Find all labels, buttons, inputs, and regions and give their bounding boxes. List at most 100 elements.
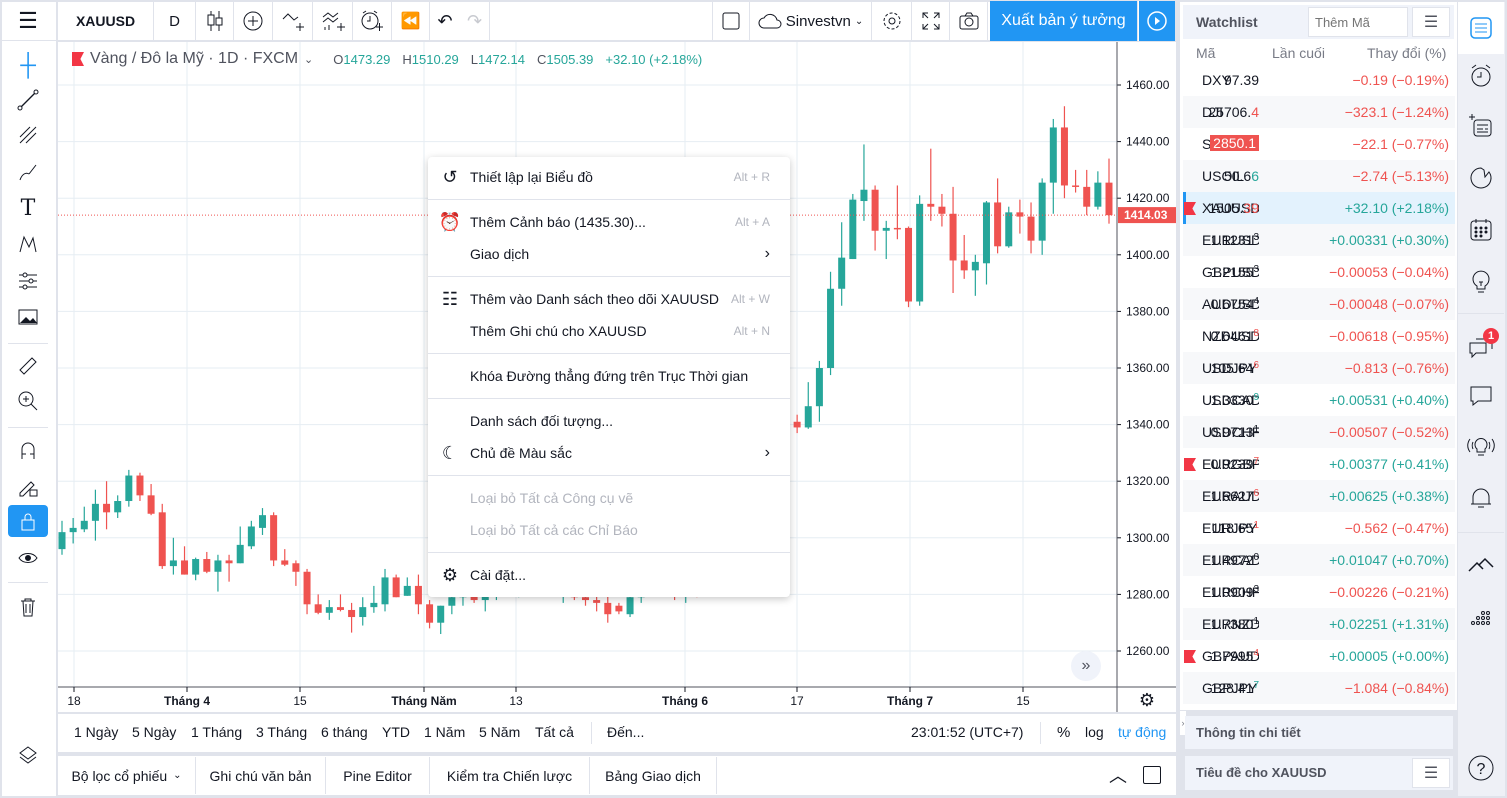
- interval-button[interactable]: D: [154, 2, 196, 40]
- menu-item[interactable]: Khóa Đường thẳng đứng trên Trục Thời gia…: [428, 360, 790, 392]
- dom-icon[interactable]: [1463, 598, 1499, 634]
- watchlist-row[interactable]: USOIL 50.66 −2.74 (−5.13%): [1183, 160, 1455, 192]
- magnet-icon[interactable]: [8, 435, 48, 467]
- menu-item[interactable]: ☷ Thêm vào Danh sách theo dõi XAUUSD Alt +…: [428, 283, 790, 315]
- tab-pine-editor[interactable]: Pine Editor: [326, 757, 430, 794]
- goto-date-button[interactable]: Đến...: [607, 724, 644, 740]
- watchlist-row[interactable]: XAUUSD 1505.39 +32.10 (+2.18%): [1183, 192, 1455, 224]
- zoom-in-icon[interactable]: [8, 385, 48, 417]
- range-button[interactable]: 6 tháng: [321, 724, 368, 740]
- watchlist-row[interactable]: EURJPY 118.651 −0.562 (−0.47%): [1183, 512, 1455, 544]
- watchlist-row[interactable]: GBPAUD 1.79954 +0.00005 (+0.00%): [1183, 640, 1455, 672]
- watchlist-row[interactable]: USDJPY 105.646 −0.813 (−0.76%): [1183, 352, 1455, 384]
- alert-icon[interactable]: [353, 2, 392, 40]
- menu-item[interactable]: ↺ Thiết lập lại Biểu đồ Alt + R: [428, 161, 790, 193]
- menu-item[interactable]: Danh sách đối tượng...: [428, 405, 790, 437]
- flag-icon[interactable]: [1184, 650, 1196, 663]
- candles-icon[interactable]: [196, 2, 234, 40]
- watchlist-row[interactable]: SPX500USD2850.1−22.1 (−0.77%): [1183, 128, 1455, 160]
- range-button[interactable]: YTD: [382, 724, 410, 740]
- percent-scale-toggle[interactable]: %: [1057, 724, 1070, 741]
- crosshair-icon[interactable]: ┼: [8, 49, 48, 81]
- text-tool-icon[interactable]: T: [8, 192, 48, 224]
- headlines-menu-icon[interactable]: ☰: [1412, 758, 1450, 788]
- data-window-icon[interactable]: [1463, 108, 1499, 144]
- watchlist-row[interactable]: DXY 97.39 −0.19 (−0.19%): [1183, 64, 1455, 96]
- tab-stock-screener[interactable]: Bộ lọc cổ phiếu ⌄: [58, 757, 196, 794]
- fullscreen-icon[interactable]: [912, 2, 950, 40]
- tab-text-notes[interactable]: Ghi chú văn bản: [196, 757, 326, 794]
- ideas-lightbulb-icon[interactable]: [1463, 264, 1499, 300]
- lock-icon[interactable]: [8, 505, 48, 537]
- camera-icon[interactable]: [950, 2, 988, 40]
- settings-gear-icon[interactable]: [872, 2, 912, 40]
- col-symbol[interactable]: Mã: [1196, 45, 1215, 61]
- watchlist-row[interactable]: EURCAD 1.49720 +0.01047 (+0.70%): [1183, 544, 1455, 576]
- symbol-search[interactable]: XAUUSD: [58, 2, 154, 40]
- scroll-to-realtime-icon[interactable]: »: [1071, 651, 1101, 681]
- publish-idea-button[interactable]: Xuất bản ý tưởng: [990, 1, 1138, 41]
- flag-icon[interactable]: [1184, 202, 1196, 215]
- range-button[interactable]: 5 Năm: [479, 724, 520, 740]
- col-change[interactable]: Thay đổi (%): [1367, 45, 1446, 61]
- axis-settings-gear-icon[interactable]: ⚙: [1132, 689, 1162, 711]
- templates-icon[interactable]: [313, 2, 353, 40]
- watchlist-row[interactable]: USDCAD 1.33309 +0.00531 (+0.40%): [1183, 384, 1455, 416]
- watchlist-row[interactable]: GBPUSD 1.21553 −0.00053 (−0.04%): [1183, 256, 1455, 288]
- symbol-title[interactable]: Vàng / Đô la Mỹ · 1D · FXCM: [90, 50, 298, 68]
- pitchfork-icon[interactable]: [8, 119, 48, 151]
- tab-strategy-tester[interactable]: Kiểm tra Chiến lược: [430, 757, 590, 794]
- watchlist-row[interactable]: EURNZD 1.73801 +0.02251 (+1.31%): [1183, 608, 1455, 640]
- range-button[interactable]: 1 Tháng: [191, 724, 242, 740]
- watchlist-menu-icon[interactable]: ☰: [1412, 7, 1450, 37]
- watchlist-row[interactable]: AUDUSD 0.67544 −0.00048 (−0.07%): [1183, 288, 1455, 320]
- pattern-icon[interactable]: [8, 228, 48, 260]
- calendar-icon[interactable]: [1463, 212, 1499, 248]
- chevron-up-icon[interactable]: ︿: [1104, 762, 1132, 788]
- indicators-icon[interactable]: [273, 2, 313, 40]
- menu-item[interactable]: ☾ Chủ đề Màu sắc ›: [428, 437, 790, 469]
- watchlist-row[interactable]: USDCHF 0.97131 −0.00507 (−0.52%): [1183, 416, 1455, 448]
- watchlist-row[interactable]: EURAUD 1.66276 +0.00625 (+0.38%): [1183, 480, 1455, 512]
- headlines-title[interactable]: Tiêu đề cho XAUUSD: [1196, 765, 1327, 780]
- replay-icon[interactable]: ⏪: [392, 2, 430, 40]
- range-button[interactable]: 5 Ngày: [132, 724, 176, 740]
- menu-item[interactable]: Thêm Ghi chú cho XAUUSD Alt + N: [428, 315, 790, 347]
- maximize-panel-icon[interactable]: [1143, 766, 1161, 784]
- watchlist-row[interactable]: EURUSD 1.12313 +0.00331 (+0.30%): [1183, 224, 1455, 256]
- watchlist-row[interactable]: GBPJPY 128.417 −1.084 (−0.84%): [1183, 672, 1455, 704]
- help-icon[interactable]: ?: [1463, 750, 1499, 786]
- lock-drawing-icon[interactable]: [8, 471, 48, 503]
- range-button[interactable]: 1 Ngày: [74, 724, 118, 740]
- menu-item[interactable]: Giao dịch ›: [428, 238, 790, 270]
- watchlist-icon[interactable]: [1463, 10, 1499, 46]
- range-button[interactable]: 3 Tháng: [256, 724, 307, 740]
- order-panel-icon[interactable]: [1463, 546, 1499, 582]
- image-icon[interactable]: [8, 301, 48, 333]
- save-cloud-button[interactable]: Sinvestvn ⌄: [750, 2, 872, 40]
- menu-item[interactable]: ⚙ Cài đặt...: [428, 559, 790, 591]
- menu-item[interactable]: ⏰ Thêm Cảnh báo (1435.30)... Alt + A: [428, 206, 790, 238]
- layout-icon[interactable]: [712, 2, 750, 40]
- range-button[interactable]: Tất cả: [535, 724, 574, 740]
- brush-icon[interactable]: [8, 156, 48, 188]
- col-last[interactable]: Lần cuối: [1272, 45, 1325, 61]
- watchlist-row[interactable]: EURGBP 0.92397 +0.00377 (+0.41%): [1183, 448, 1455, 480]
- notifications-bell-icon[interactable]: [1463, 480, 1499, 516]
- compare-icon[interactable]: [234, 2, 273, 40]
- trash-icon[interactable]: [8, 591, 48, 623]
- watchlist-row[interactable]: DJI 25706.4 −323.1 (−1.24%): [1183, 96, 1455, 128]
- clock-timezone[interactable]: 23:01:52 (UTC+7): [911, 724, 1023, 740]
- watchlist-row[interactable]: NZDUSD 0.64618 −0.00618 (−0.95%): [1183, 320, 1455, 352]
- undo-icon[interactable]: ↶: [430, 2, 460, 40]
- ruler-icon[interactable]: [8, 350, 48, 382]
- range-button[interactable]: 1 Năm: [424, 724, 465, 740]
- flag-icon[interactable]: [72, 52, 84, 66]
- tab-trading-panel[interactable]: Bảng Giao dịch: [590, 757, 717, 794]
- flag-icon[interactable]: [1184, 458, 1196, 471]
- hotlists-icon[interactable]: [1463, 160, 1499, 196]
- log-scale-toggle[interactable]: log: [1085, 724, 1104, 740]
- menu-icon[interactable]: ☰: [8, 5, 48, 37]
- eye-icon[interactable]: [8, 542, 48, 574]
- play-icon[interactable]: [1138, 1, 1176, 41]
